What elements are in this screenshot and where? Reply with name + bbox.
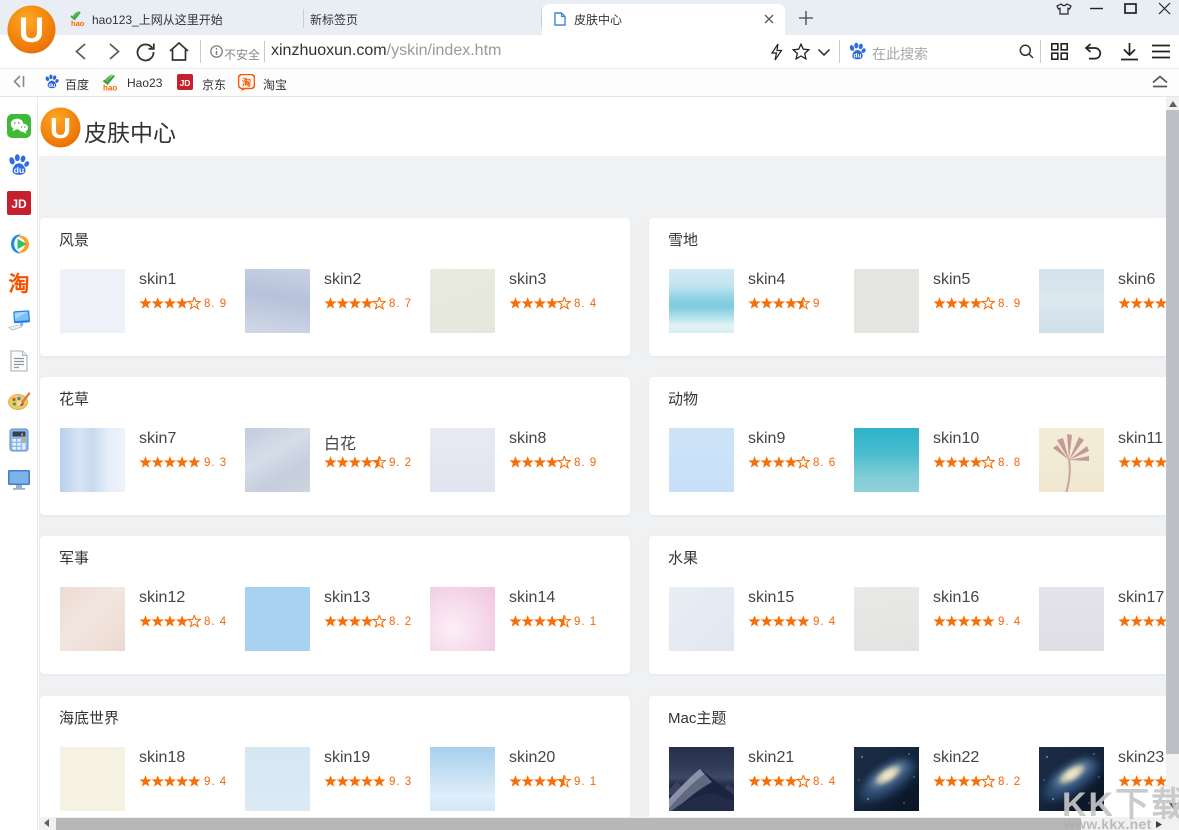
svg-text:du: du bbox=[14, 165, 24, 175]
svg-text:hao: hao bbox=[71, 19, 85, 27]
svg-text:淘: 淘 bbox=[9, 272, 30, 295]
svg-text:JD: JD bbox=[180, 78, 191, 88]
svg-text:淘: 淘 bbox=[242, 77, 251, 88]
svg-text:hao: hao bbox=[103, 84, 117, 92]
svg-text:U: U bbox=[19, 11, 44, 50]
svg-text:du: du bbox=[49, 83, 56, 89]
svg-text:du: du bbox=[854, 53, 862, 60]
svg-text:8: 8 bbox=[21, 432, 24, 438]
svg-text:U: U bbox=[50, 113, 71, 145]
svg-text:JD: JD bbox=[11, 197, 27, 211]
